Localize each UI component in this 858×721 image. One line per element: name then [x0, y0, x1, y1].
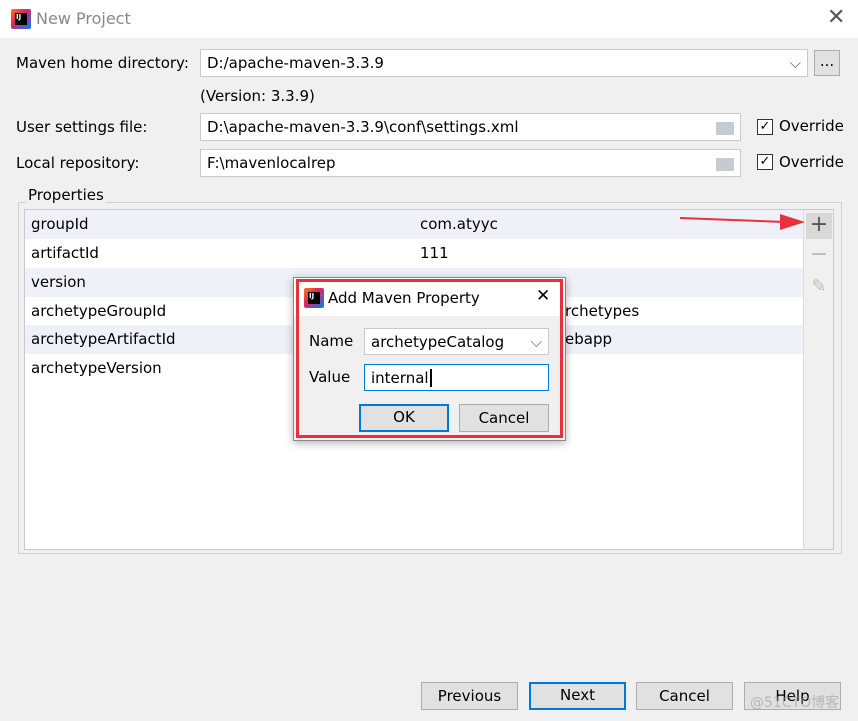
cancel-button[interactable]: Cancel	[636, 682, 733, 710]
window-title: New Project	[36, 9, 131, 28]
settings-label: User settings file:	[16, 118, 148, 136]
pencil-icon[interactable]: ✎	[806, 276, 832, 302]
properties-toolbar: + − ✎	[803, 210, 833, 549]
version-text: (Version: 3.3.9)	[200, 87, 315, 105]
repo-override-checkbox[interactable]: ✓	[757, 154, 773, 170]
folder-icon[interactable]	[716, 122, 734, 135]
minus-icon[interactable]: −	[806, 243, 832, 269]
maven-home-value: D:/apache-maven-3.3.9	[207, 54, 384, 72]
folder-icon[interactable]	[716, 158, 734, 171]
table-row[interactable]: artifactId 111	[25, 239, 803, 268]
previous-button[interactable]: Previous	[421, 682, 518, 710]
repo-override-label: Override	[779, 153, 844, 171]
settings-override-label: Override	[779, 117, 844, 135]
annotation-arrow	[679, 214, 805, 230]
settings-file-field[interactable]: D:\apache-maven-3.3.9\conf\settings.xml	[200, 113, 741, 141]
next-button[interactable]: Next	[529, 682, 626, 710]
settings-override-checkbox[interactable]: ✓	[757, 119, 773, 135]
title-bar: IJ New Project ✕	[0, 0, 858, 38]
chevron-down-icon: ⌵	[789, 54, 801, 72]
properties-legend: Properties	[26, 186, 106, 204]
local-repo-field[interactable]: F:\mavenlocalrep	[200, 149, 741, 177]
browse-button[interactable]: ...	[814, 50, 840, 76]
intellij-logo-icon: IJ	[11, 9, 31, 29]
maven-home-combo[interactable]: D:/apache-maven-3.3.9 ⌵	[200, 49, 808, 77]
annotation-highlight	[296, 279, 563, 438]
local-repo-value: F:\mavenlocalrep	[207, 154, 336, 172]
maven-home-label: Maven home directory:	[16, 54, 189, 72]
settings-file-value: D:\apache-maven-3.3.9\conf\settings.xml	[207, 118, 519, 136]
close-icon[interactable]: ✕	[827, 5, 845, 30]
watermark: @51CTO博客	[750, 695, 840, 711]
repo-label: Local repository:	[16, 154, 140, 172]
